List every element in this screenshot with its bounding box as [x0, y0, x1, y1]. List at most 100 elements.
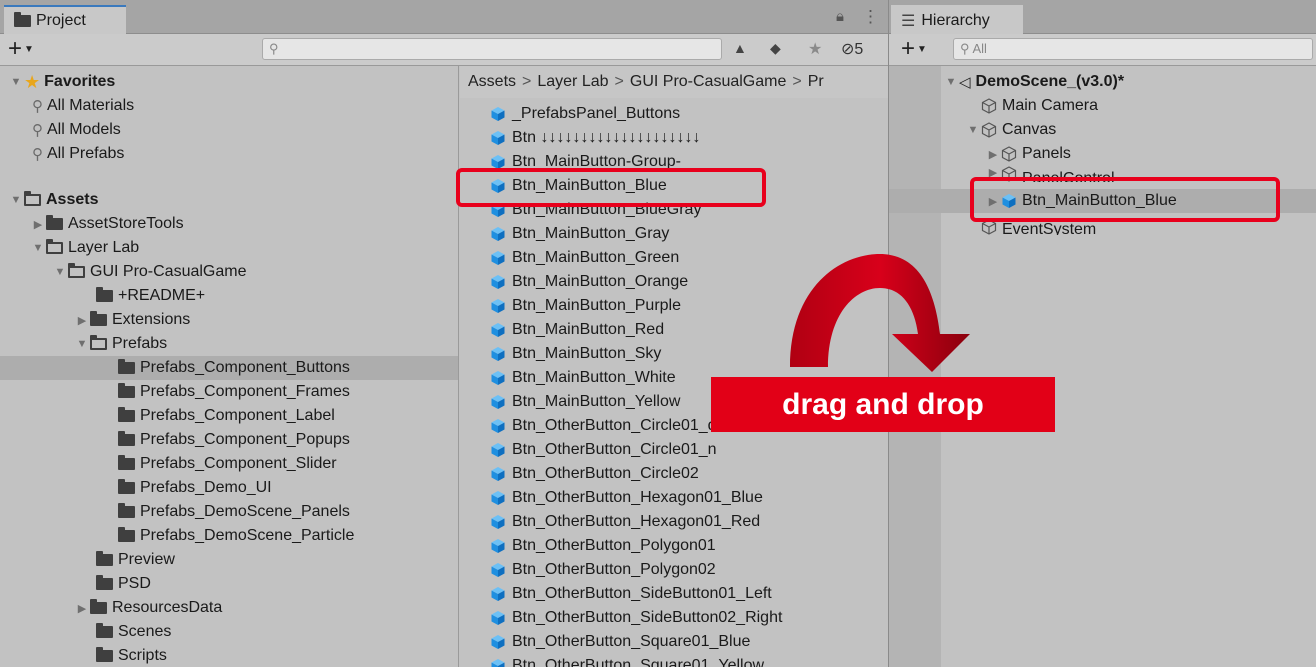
- folder-icon: [96, 551, 113, 566]
- chevron-down-icon: ▼: [917, 43, 927, 55]
- tree-item-favorites[interactable]: ▼ ★ Favorites: [0, 70, 458, 94]
- tree-item-all-models[interactable]: ⚲ All Models: [0, 118, 458, 142]
- prefab-cube-icon: [491, 659, 505, 667]
- tree-item-label: +README+: [118, 287, 206, 304]
- lock-icon[interactable]: 🔒︎: [836, 8, 844, 25]
- tree-item-prefabs-demo-ui[interactable]: Prefabs_Demo_UI: [0, 476, 458, 500]
- tree-item-label: Prefabs_Component_Popups: [140, 431, 350, 448]
- asset-item-label: Btn_OtherButton_SideButton01_Left: [512, 585, 772, 602]
- tree-item-prefabs-component-frames[interactable]: Prefabs_Component_Frames: [0, 380, 458, 404]
- expand-arrow-icon[interactable]: ▼: [30, 242, 46, 254]
- tree-item-label: PSD: [118, 575, 151, 592]
- asset-item[interactable]: Btn_OtherButton_Square01_Yellow: [490, 654, 764, 667]
- tree-item-label: Layer Lab: [68, 239, 140, 256]
- asset-item[interactable]: Btn_OtherButton_SideButton02_Right: [490, 606, 782, 630]
- tree-item-prefabs-component-label[interactable]: Prefabs_Component_Label: [0, 404, 458, 428]
- hierarchy-item-eventsystem[interactable]: EventSystem: [981, 221, 1096, 235]
- collapse-arrow-icon[interactable]: ▶: [30, 218, 46, 231]
- tree-item-prefabs-demoscene-particle[interactable]: Prefabs_DemoScene_Particle: [0, 524, 458, 548]
- tree-item-readme[interactable]: +README+: [0, 284, 458, 308]
- tree-item-all-materials[interactable]: ⚲ All Materials: [0, 94, 458, 118]
- asset-item[interactable]: Btn_MainButton_Green: [490, 246, 679, 270]
- project-search-input[interactable]: ⚲: [262, 38, 722, 60]
- kebab-icon[interactable]: ⋮: [862, 7, 879, 27]
- tree-item-scripts[interactable]: Scripts: [0, 644, 458, 667]
- hierarchy-item-main-camera[interactable]: Main Camera: [981, 94, 1098, 118]
- tree-item-gui-pro-casualgame[interactable]: ▼ GUI Pro-CasualGame: [0, 260, 458, 284]
- asset-item[interactable]: Btn_OtherButton_Hexagon01_Red: [490, 510, 760, 534]
- tab-project-label: Project: [36, 11, 86, 29]
- hierarchy-item-label: EventSystem: [1002, 221, 1097, 235]
- asset-item-label: Btn_OtherButton_Hexagon01_Red: [512, 513, 761, 530]
- create-button[interactable]: + ▼: [8, 37, 34, 61]
- tree-item-prefabs-component-slider[interactable]: Prefabs_Component_Slider: [0, 452, 458, 476]
- asset-item[interactable]: Btn_OtherButton_Polygon01: [490, 534, 716, 558]
- hierarchy-toolbar: + ▼ ⚲ All: [889, 34, 1316, 66]
- asset-item[interactable]: Btn_MainButton_White: [490, 366, 676, 390]
- tree-item-extensions[interactable]: ▶ Extensions: [0, 308, 458, 332]
- tree-item-assets[interactable]: ▼ Assets: [0, 188, 458, 212]
- hierarchy-item-canvas[interactable]: ▼ Canvas: [965, 118, 1057, 142]
- asset-item[interactable]: Btn_MainButton_Orange: [490, 270, 688, 294]
- expand-arrow-icon[interactable]: ▼: [8, 76, 24, 88]
- breadcrumb-layer-lab[interactable]: Layer Lab: [537, 73, 608, 91]
- asset-item[interactable]: Btn_OtherButton_SideButton01_Left: [490, 582, 772, 606]
- asset-item[interactable]: Btn_OtherButton_Square01_Blue: [490, 630, 750, 654]
- gameobject-icon: [981, 221, 997, 235]
- favorite-star-icon[interactable]: ★: [808, 39, 822, 59]
- collapse-arrow-icon[interactable]: ▶: [74, 602, 90, 615]
- asset-item[interactable]: _PrefabsPanel_Buttons: [490, 102, 680, 126]
- expand-arrow-icon[interactable]: ▼: [8, 194, 24, 206]
- tree-item-prefabs-component-popups[interactable]: Prefabs_Component_Popups: [0, 428, 458, 452]
- breadcrumb-prefabs[interactable]: Pr: [808, 73, 824, 91]
- expand-arrow-icon[interactable]: ▼: [74, 338, 90, 350]
- tree-item-prefabs[interactable]: ▼ Prefabs: [0, 332, 458, 356]
- tree-item-psd[interactable]: PSD: [0, 572, 458, 596]
- folder-icon: [118, 359, 135, 374]
- asset-item[interactable]: Btn_MainButton_Purple: [490, 294, 681, 318]
- asset-item[interactable]: Btn_MainButton_Gray: [490, 222, 669, 246]
- expand-arrow-icon[interactable]: ▼: [52, 266, 68, 278]
- tab-hierarchy[interactable]: ☰ Hierarchy: [891, 5, 1023, 34]
- tree-item-layer-lab[interactable]: ▼ Layer Lab: [0, 236, 458, 260]
- asset-item[interactable]: Btn_OtherButton_Circle01_n: [490, 438, 717, 462]
- create-gameobject-button[interactable]: + ▼: [901, 37, 927, 61]
- tree-item-resourcesdata[interactable]: ▶ ResourcesData: [0, 596, 458, 620]
- tree-item-label: Assets: [46, 191, 99, 208]
- tree-item-prefabs-component-buttons[interactable]: Prefabs_Component_Buttons: [0, 356, 458, 380]
- tree-item-label: Prefabs_DemoScene_Particle: [140, 527, 355, 544]
- asset-item[interactable]: Btn ↓↓↓↓↓↓↓↓↓↓↓↓↓↓↓↓↓↓↓↓: [490, 126, 700, 150]
- expand-arrow-icon[interactable]: ▼: [943, 76, 959, 88]
- expand-arrow-icon[interactable]: ▼: [965, 124, 981, 136]
- label-filter-icon[interactable]: ◆: [770, 40, 781, 57]
- tree-item-prefabs-demoscene-panels[interactable]: Prefabs_DemoScene_Panels: [0, 500, 458, 524]
- tree-item-assetstoretools[interactable]: ▶ AssetStoreTools: [0, 212, 458, 236]
- hierarchy-item-scene[interactable]: ▼ ◁ DemoScene_(v3.0)*: [943, 70, 1125, 94]
- gameobject-icon: [1001, 146, 1017, 162]
- tab-project[interactable]: Project: [4, 5, 126, 34]
- asset-item[interactable]: Btn_MainButton_Yellow: [490, 390, 680, 414]
- hierarchy-item-panels[interactable]: ▶ Panels: [985, 142, 1071, 166]
- breadcrumb-assets[interactable]: Assets: [468, 73, 516, 91]
- asset-item-label: Btn_MainButton_Yellow: [512, 393, 681, 410]
- search-icon: ⚲: [32, 98, 43, 115]
- collapse-arrow-icon[interactable]: ▶: [985, 148, 1001, 161]
- tree-item-preview[interactable]: Preview: [0, 548, 458, 572]
- tree-item-scenes[interactable]: Scenes: [0, 620, 458, 644]
- tree-item-all-prefabs[interactable]: ⚲ All Prefabs: [0, 142, 458, 166]
- folder-icon: [96, 287, 113, 302]
- scene-filter-icon[interactable]: ▲: [733, 40, 747, 56]
- breadcrumb-gui-pro-casualgame[interactable]: GUI Pro-CasualGame: [630, 73, 787, 91]
- hierarchy-search-input[interactable]: ⚲ All: [953, 38, 1313, 60]
- asset-item[interactable]: Btn_MainButton_Red: [490, 318, 664, 342]
- collapse-arrow-icon[interactable]: ▶: [74, 314, 90, 327]
- prefab-cube-icon: [491, 323, 505, 337]
- asset-item[interactable]: Btn_OtherButton_Circle02: [490, 462, 699, 486]
- asset-item-label: Btn_MainButton_Orange: [512, 273, 689, 290]
- asset-item[interactable]: Btn_OtherButton_Hexagon01_Blue: [490, 486, 763, 510]
- asset-item[interactable]: Btn_MainButton_Sky: [490, 342, 661, 366]
- asset-item[interactable]: Btn_OtherButton_Polygon02: [490, 558, 716, 582]
- asset-item[interactable]: Btn_OtherButton_Circle01_d: [490, 414, 717, 438]
- folder-icon: [118, 527, 135, 542]
- hidden-packages-icon[interactable]: ⊘5: [841, 39, 863, 59]
